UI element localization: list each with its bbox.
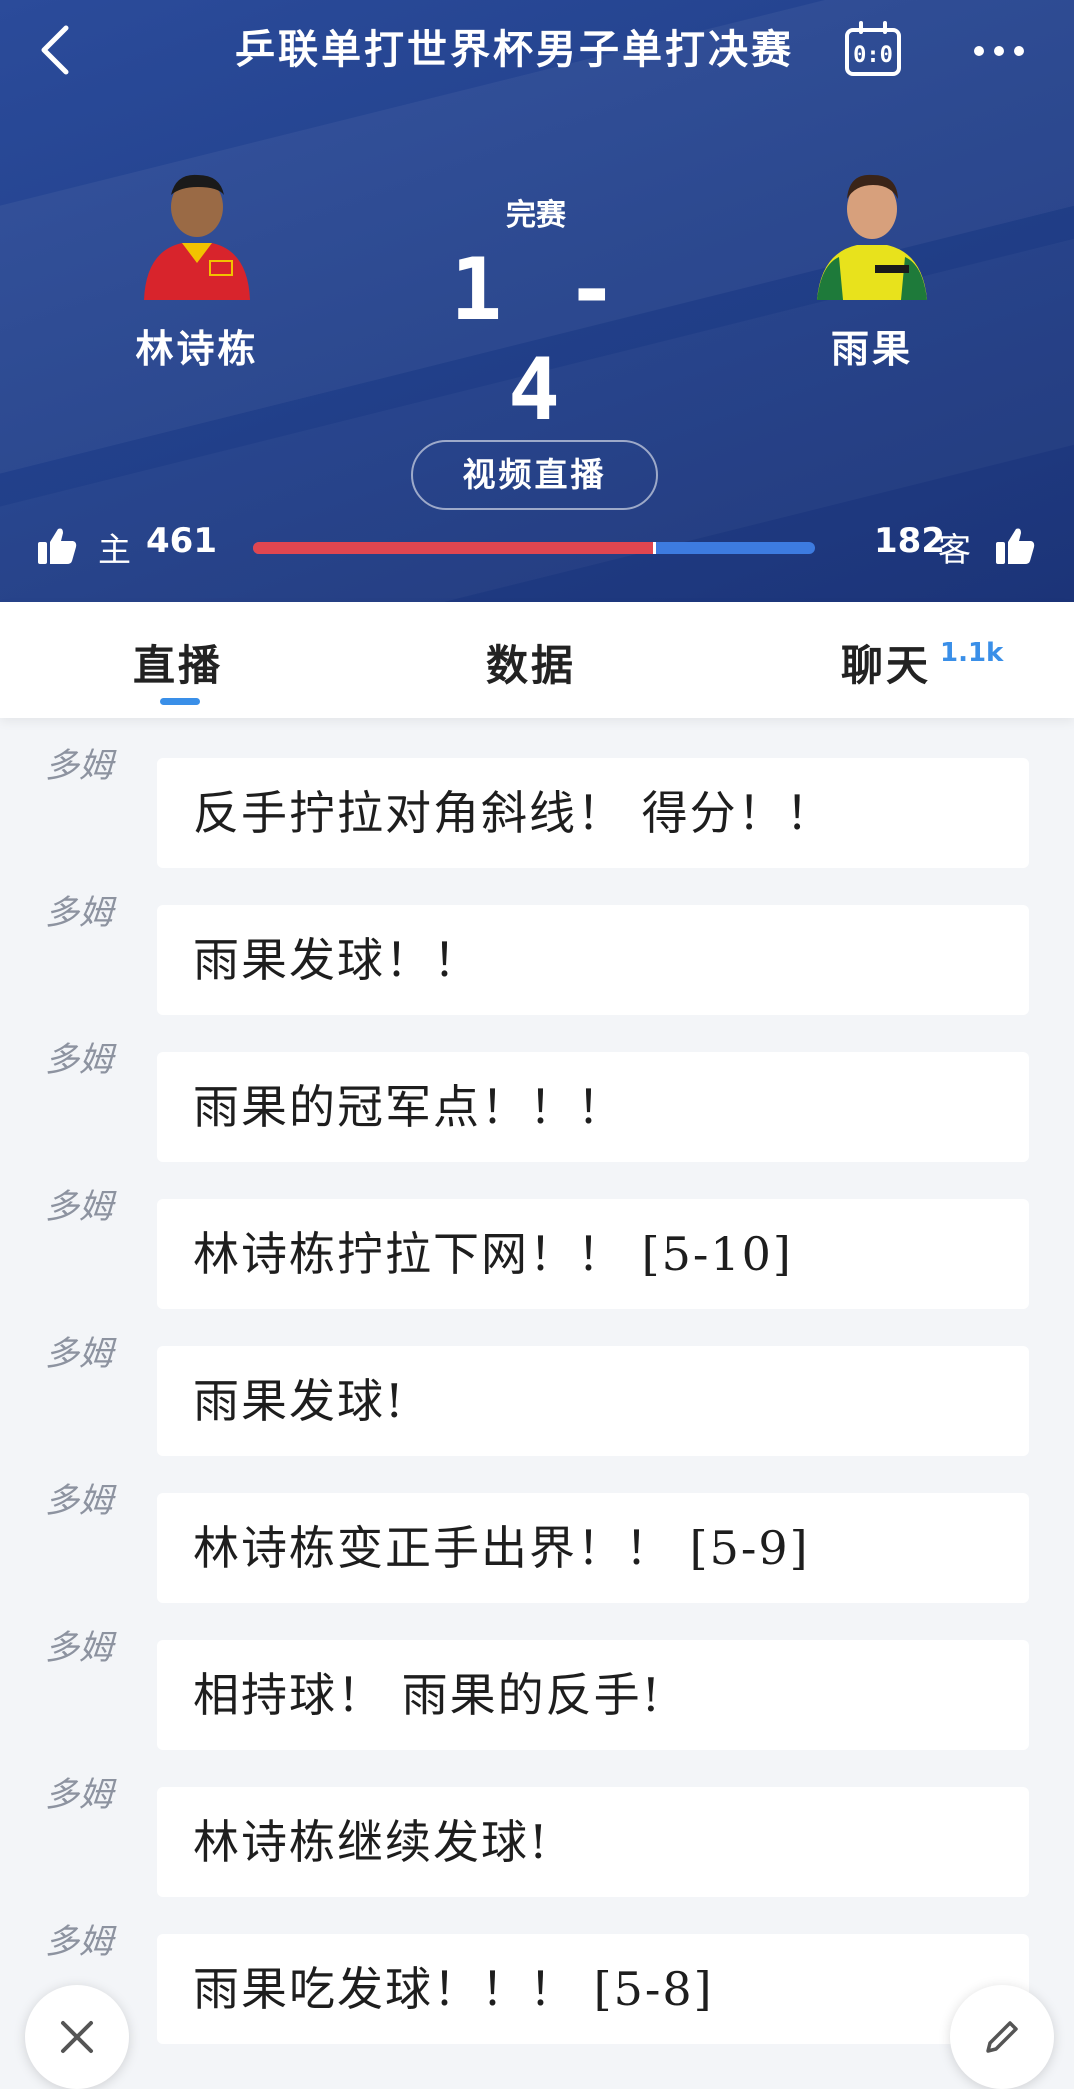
list-item: 多姆 雨果发球!: [0, 1306, 1074, 1456]
commentator-name: 多姆: [45, 1922, 113, 1962]
commentary-text: 相持球！ 雨果的反手!: [157, 1640, 1029, 1750]
list-item: 多姆 林诗栋继续发球!: [0, 1747, 1074, 1897]
chat-count-badge: 1.1k: [940, 638, 1004, 668]
vote-ratio-home-fill: [253, 542, 656, 554]
back-button[interactable]: [28, 22, 84, 78]
match-title: 乒联单打世界杯男子单打决赛: [235, 26, 794, 73]
pencil-icon: [986, 2021, 1018, 2053]
active-tab-indicator: [160, 698, 200, 705]
home-player-name: 林诗栋: [135, 326, 259, 371]
commentary-text: 雨果吃发球！！！ [5-8]: [157, 1934, 1029, 2044]
away-vote-count: 182: [874, 521, 945, 561]
away-player-name: 雨果: [830, 326, 913, 371]
tab-data[interactable]: 数据: [486, 632, 576, 690]
match-header: 乒联单打世界杯男子单打决赛 0:0 林诗栋 完赛 1 - 4 雨果 视频直播 主…: [0, 0, 1074, 602]
home-vote-label: 主: [98, 530, 131, 569]
commentary-text: 雨果的冠军点！！！: [157, 1052, 1029, 1162]
scoreboard-button[interactable]: 0:0: [843, 20, 903, 78]
list-item: 多姆 雨果的冠军点！！！: [0, 1012, 1074, 1162]
match-status: 完赛: [506, 198, 566, 233]
support-vote-row: 主 461 182 客: [0, 515, 1074, 581]
commentary-text: 林诗栋拧拉下网！！ [5-10]: [157, 1199, 1029, 1309]
more-dot: [1014, 46, 1024, 56]
chevron-left-icon: [41, 25, 69, 75]
more-button[interactable]: [964, 28, 1034, 74]
list-item: 多姆 相持球！ 雨果的反手!: [0, 1600, 1074, 1750]
commentator-name: 多姆: [45, 1775, 113, 1815]
list-item: 多姆 雨果发球！！: [0, 865, 1074, 1015]
close-button[interactable]: [25, 1985, 129, 2089]
thumbs-up-icon[interactable]: [36, 525, 78, 567]
list-item: 多姆 雨果吃发球！！！ [5-8]: [0, 1894, 1074, 2044]
commentator-name: 多姆: [45, 1481, 113, 1521]
commentary-text: 雨果发球！！: [157, 905, 1029, 1015]
thumbs-up-icon[interactable]: [994, 525, 1036, 567]
list-item: 多姆 反手拧拉对角斜线！ 得分！！: [0, 718, 1074, 868]
tab-chat[interactable]: 聊天: [841, 632, 931, 690]
commentator-name: 多姆: [45, 1628, 113, 1668]
vote-ratio-bar: [253, 542, 815, 554]
commentator-name: 多姆: [45, 1040, 113, 1080]
more-dot: [994, 46, 1004, 56]
commentator-name: 多姆: [45, 1187, 113, 1227]
commentary-text: 反手拧拉对角斜线！ 得分！！: [157, 758, 1029, 868]
commentator-name: 多姆: [45, 1334, 113, 1374]
more-dot: [974, 46, 984, 56]
list-item: 多姆 林诗栋变正手出界！！ [5-9]: [0, 1453, 1074, 1603]
live-commentary-feed[interactable]: 多姆 反手拧拉对角斜线！ 得分！！ 多姆 雨果发球！！ 多姆 雨果的冠军点！！！…: [0, 718, 1074, 2055]
scoreboard-icon: 0:0: [845, 21, 901, 76]
away-player[interactable]: 雨果: [792, 165, 952, 373]
commentary-text: 雨果发球!: [157, 1346, 1029, 1456]
away-vote-label: 客: [938, 530, 971, 569]
home-vote-count: 461: [146, 521, 217, 561]
list-item: 多姆 林诗栋拧拉下网！！ [5-10]: [0, 1159, 1074, 1309]
compose-button[interactable]: [950, 1985, 1054, 2089]
tab-bar: 直播 数据 聊天 1.1k: [0, 602, 1074, 718]
home-player-avatar: [138, 165, 256, 300]
close-icon: [61, 2021, 93, 2053]
video-live-button[interactable]: 视频直播: [411, 440, 658, 510]
commentator-name: 多姆: [45, 893, 113, 933]
commentary-text: 林诗栋继续发球!: [157, 1787, 1029, 1897]
commentary-text: 林诗栋变正手出界！！ [5-9]: [157, 1493, 1029, 1603]
commentator-name: 多姆: [45, 746, 113, 786]
svg-text:0:0: 0:0: [853, 43, 893, 68]
match-score: 1 - 4: [450, 240, 624, 440]
tab-live[interactable]: 直播: [133, 632, 223, 690]
home-player[interactable]: 林诗栋: [117, 165, 277, 373]
away-player-avatar: [813, 165, 931, 300]
